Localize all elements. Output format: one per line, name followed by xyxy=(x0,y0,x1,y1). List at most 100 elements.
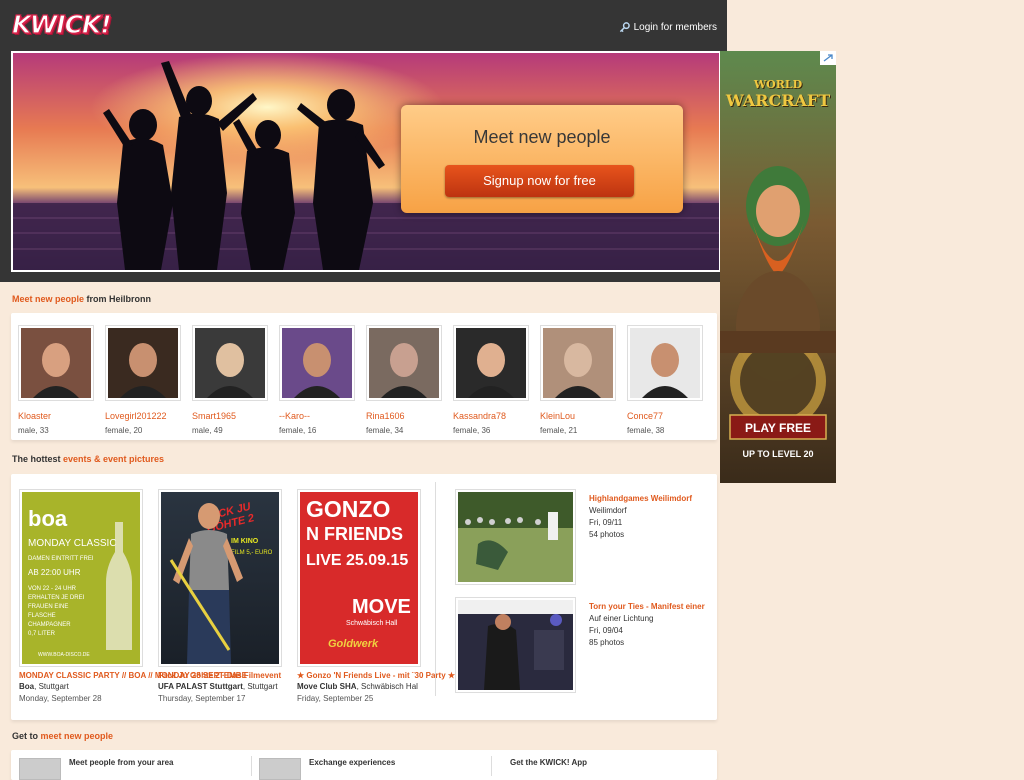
poster-text: Goldwerk xyxy=(328,638,379,650)
ad-brand-line2: WARCRAFT xyxy=(725,91,831,110)
person-name[interactable]: Lovegirl201222 xyxy=(105,411,183,421)
event-venue: Boa, Stuttgart xyxy=(19,682,69,691)
person-photo[interactable] xyxy=(105,325,181,401)
person-name[interactable]: Smart1965 xyxy=(192,411,270,421)
picture-event[interactable]: Highlandgames Weilimdorf Weilimdorf Fri,… xyxy=(455,489,692,585)
event-card[interactable]: boa MONDAY CLASSIC DAMEN EINTRITT FREI A… xyxy=(19,489,247,703)
picture-event-title[interactable]: Torn your Ties - Manifest einer xyxy=(589,601,709,613)
person-photo[interactable] xyxy=(627,325,703,401)
picture-event-photos[interactable]: 54 photos xyxy=(589,529,709,541)
person-info: female, 34 xyxy=(366,426,404,435)
person-avatar xyxy=(369,328,439,398)
events-title-prefix: The hottest xyxy=(12,454,63,464)
person-info: male, 33 xyxy=(18,426,49,435)
ad-play-free[interactable]: PLAY FREE xyxy=(730,421,826,435)
event-venue-name[interactable]: UFA PALAST Stuttgart xyxy=(158,682,243,691)
ad-artwork xyxy=(720,51,836,483)
person-card[interactable]: Smart1965 male, 49 xyxy=(192,325,270,435)
get-item-label: Get the KWICK! App xyxy=(510,758,588,767)
picture-event-date: Fri, 09/04 xyxy=(589,626,623,635)
poster-text: 0,7 LITER xyxy=(28,631,56,637)
event-venue-name[interactable]: Boa xyxy=(19,682,34,691)
person-photo[interactable] xyxy=(279,325,355,401)
hero-banner: Meet new people Signup now for free xyxy=(11,51,721,272)
login-link[interactable]: Login for members xyxy=(619,22,717,33)
header-bar: KWICK! Login for members Meet new people… xyxy=(0,0,727,282)
person-info: female, 36 xyxy=(453,426,491,435)
events-title-link[interactable]: events & event pictures xyxy=(63,454,164,464)
person-info: female, 16 xyxy=(279,426,317,435)
events-panel: boa MONDAY CLASSIC DAMEN EINTRITT FREI A… xyxy=(11,474,717,720)
champagne-bottle-icon xyxy=(106,522,132,650)
event-venue: Move Club SHA, Schwäbisch Hal xyxy=(297,682,418,691)
person-photo[interactable] xyxy=(18,325,94,401)
poster-text: MOVE xyxy=(352,596,411,618)
person-name[interactable]: KleinLou xyxy=(540,411,618,421)
meet-title-link[interactable]: Meet new people xyxy=(12,294,84,304)
concert-photo xyxy=(458,600,573,690)
picture-event-thumb[interactable] xyxy=(455,489,576,585)
event-card[interactable]: FUCK JU GÖHTE 2 IM KINO FILM 5,- EURO Fa… xyxy=(158,489,288,703)
event-title[interactable]: ★ Gonzo 'N Friends Live - mit ¨30 Party … xyxy=(297,671,455,680)
event-venue-city: , Stuttgart xyxy=(242,682,278,691)
person-avatar xyxy=(456,328,526,398)
person-name[interactable]: Kassandra78 xyxy=(453,411,531,421)
person-card[interactable]: Lovegirl201222 female, 20 xyxy=(105,325,183,435)
person-card[interactable]: Kassandra78 female, 36 xyxy=(453,325,531,435)
person-card[interactable]: KleinLou female, 21 xyxy=(540,325,618,435)
person-card[interactable]: Kloaster male, 33 xyxy=(18,325,96,435)
person-name[interactable]: Rina1606 xyxy=(366,411,444,421)
person-photo[interactable] xyxy=(453,325,529,401)
person-avatar xyxy=(282,328,352,398)
picture-event[interactable]: Torn your Ties - Manifest einer Auf eine… xyxy=(455,597,705,693)
person-photo[interactable] xyxy=(366,325,442,401)
person-name[interactable]: Conce77 xyxy=(627,411,705,421)
person-avatar xyxy=(195,328,265,398)
event-date: Monday, September 28 xyxy=(19,694,102,703)
poster-text: FLASCHE xyxy=(28,613,56,619)
event-poster[interactable]: GONZO N FRIENDS LIVE 25.09.15 MOVE Schwä… xyxy=(297,489,421,667)
picture-event-photos[interactable]: 85 photos xyxy=(589,637,709,649)
person-info: female, 20 xyxy=(105,426,143,435)
event-venue: UFA PALAST Stuttgart, Stuttgart xyxy=(158,682,278,691)
actor-figure xyxy=(169,503,243,664)
poster-text: WWW.BOA-DISCO.DE xyxy=(38,652,90,658)
event-poster[interactable]: FUCK JU GÖHTE 2 IM KINO FILM 5,- EURO xyxy=(158,489,282,667)
highland-games-photo xyxy=(458,492,573,582)
event-date: Friday, September 25 xyxy=(297,694,374,703)
meet-section-title: Meet new people from Heilbronn xyxy=(12,294,151,304)
kwick-logo[interactable]: KWICK! xyxy=(11,9,112,39)
person-name[interactable]: Kloaster xyxy=(18,411,96,421)
person-photo[interactable] xyxy=(192,325,268,401)
event-poster[interactable]: boa MONDAY CLASSIC DAMEN EINTRITT FREI A… xyxy=(19,489,143,667)
person-card[interactable]: Rina1606 female, 34 xyxy=(366,325,444,435)
poster-text: N FRIENDS xyxy=(306,524,404,544)
meet-title-rest: from Heilbronn xyxy=(84,294,152,304)
person-name[interactable]: --Karo-- xyxy=(279,411,357,421)
get-panel: Meet people from your area Exchange expe… xyxy=(11,750,717,780)
person-avatar xyxy=(543,328,613,398)
person-photo[interactable] xyxy=(540,325,616,401)
event-venue-name[interactable]: Move Club SHA xyxy=(297,682,357,691)
signup-button[interactable]: Signup now for free xyxy=(445,165,634,197)
warcraft-ad[interactable]: WORLD WARCRAFT PLAY FREE UP TO LEVEL 20 xyxy=(720,51,836,483)
get-item-app[interactable]: Get the KWICK! App xyxy=(510,758,587,767)
picture-event-meta: Torn your Ties - Manifest einer Auf eine… xyxy=(589,601,709,649)
get-divider xyxy=(251,756,252,776)
event-title[interactable]: Fack Ju Göhte 2 · Das Filmevent xyxy=(158,671,281,680)
picture-event-thumb[interactable] xyxy=(455,597,576,693)
get-title-link[interactable]: meet new people xyxy=(41,731,114,741)
event-venue-city: , Schwäbisch Hal xyxy=(356,682,418,691)
person-card[interactable]: Conce77 female, 38 xyxy=(627,325,705,435)
ad-subtitle: UP TO LEVEL 20 xyxy=(742,449,814,459)
login-label: Login for members xyxy=(633,22,717,33)
poster-text: DAMEN EINTRITT FREI xyxy=(28,556,94,562)
get-item[interactable]: Exchange experiences xyxy=(259,758,395,780)
picture-event-title[interactable]: Highlandgames Weilimdorf xyxy=(589,493,709,505)
event-venue-city: , Stuttgart xyxy=(34,682,69,691)
signup-title: Meet new people xyxy=(473,127,611,147)
event-card[interactable]: GONZO N FRIENDS LIVE 25.09.15 MOVE Schwä… xyxy=(297,489,455,703)
get-item[interactable]: Meet people from your area xyxy=(19,758,173,780)
person-card[interactable]: --Karo-- female, 16 xyxy=(279,325,357,435)
poster-text: LIVE 25.09.15 xyxy=(306,552,409,569)
